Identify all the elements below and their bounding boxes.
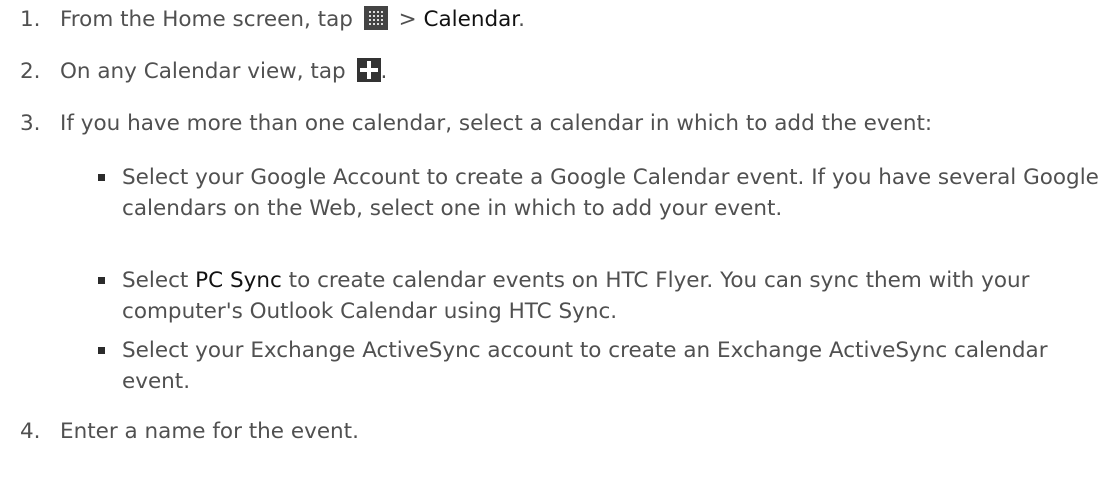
step-text-part: . <box>518 7 526 32</box>
step-text-part: . <box>380 59 388 84</box>
bullet-marker <box>98 277 105 284</box>
instruction-document: 1. From the Home screen, tap > Calendar.… <box>0 0 1119 485</box>
bullet-marker <box>98 347 105 354</box>
bullet-text: Select your Google Account to create a G… <box>122 165 1099 221</box>
step-text: On any Calendar view, tap . <box>60 56 387 87</box>
step-number: 3. <box>20 111 41 136</box>
pc-sync-label: PC Sync <box>195 268 282 293</box>
apps-grid-icon <box>363 6 388 30</box>
bullet-text: Select PC Sync to create calendar events… <box>122 265 1112 327</box>
add-plus-icon <box>356 58 381 82</box>
step-number: 4. <box>20 419 41 444</box>
bullet-text-part: Select <box>122 268 196 293</box>
step-number: 1. <box>20 7 41 32</box>
step-text: Enter a name for the event. <box>60 419 359 444</box>
step-number: 2. <box>20 59 41 84</box>
step-text-part: From the Home screen, tap <box>60 7 360 32</box>
bullet-marker <box>98 174 105 181</box>
step-text: If you have more than one calendar, sele… <box>60 111 933 136</box>
step-text-part: On any Calendar view, tap <box>60 59 353 84</box>
calendar-label: Calendar <box>423 7 519 32</box>
step-text: From the Home screen, tap > Calendar. <box>60 4 525 35</box>
bullet-text: Select your Exchange ActiveSync account … <box>122 338 1048 394</box>
step-text-part: > <box>391 7 424 32</box>
